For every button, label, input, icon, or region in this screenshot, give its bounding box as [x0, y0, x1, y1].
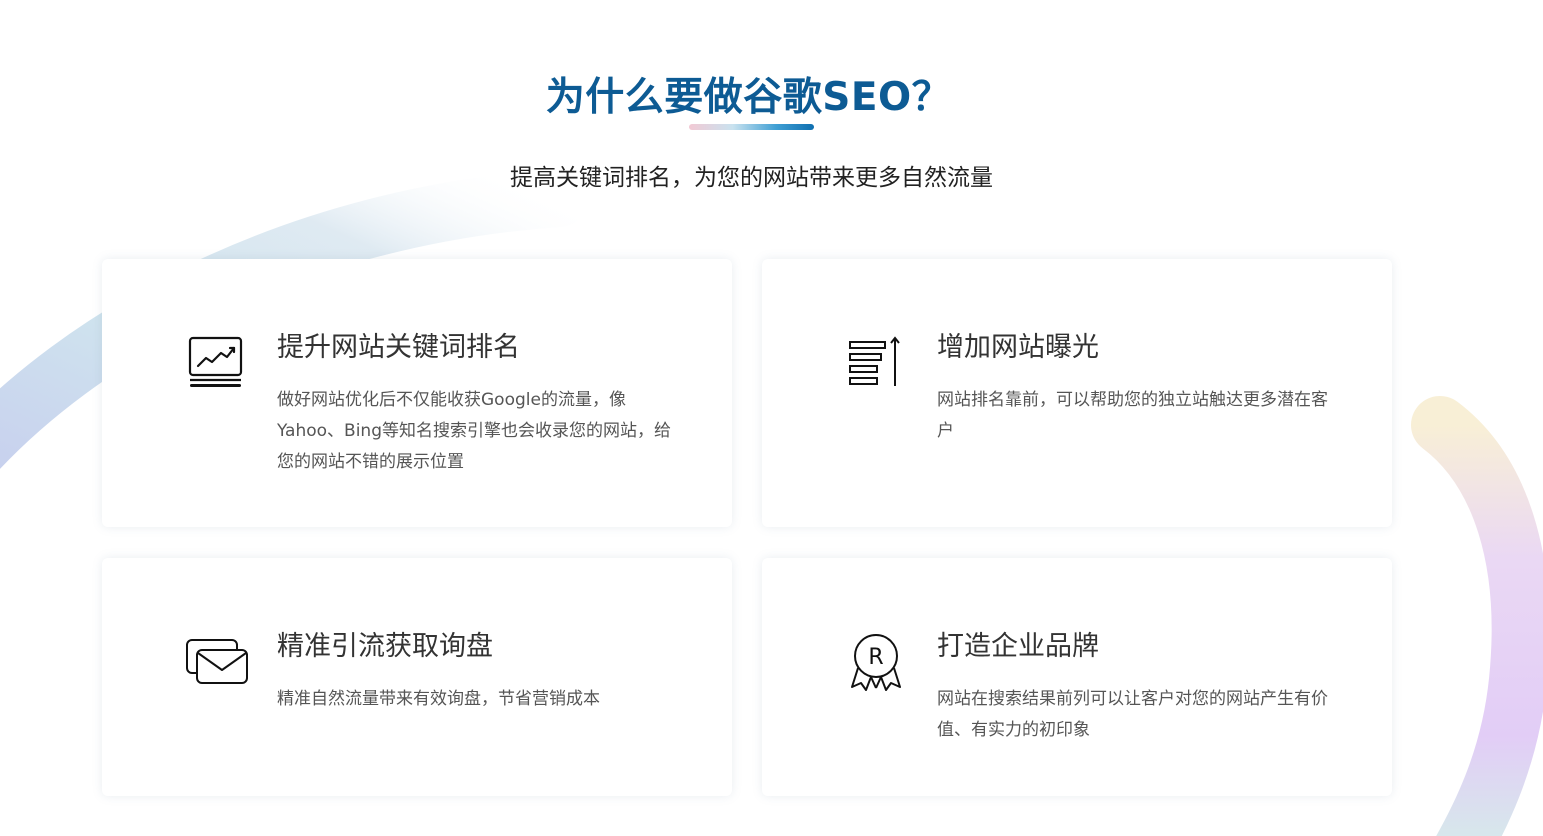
feature-card-keyword-ranking: 提升网站关键词排名 做好网站优化后不仅能收获Google的流量，像Yahoo、B…: [102, 259, 732, 527]
envelope-inquiry-icon: [184, 632, 250, 694]
svg-text:R: R: [868, 645, 883, 670]
card-heading: 增加网站曝光: [937, 332, 1099, 363]
card-description: 精准自然流量带来有效询盘，节省营销成本: [277, 689, 600, 709]
feature-card-inquiry: 精准引流获取询盘 精准自然流量带来有效询盘，节省营销成本: [102, 558, 732, 796]
card-heading: 精准引流获取询盘: [277, 631, 493, 662]
feature-card-brand: R 打造企业品牌 网站在搜索结果前列可以让客户对您的网站产生有价值、有实力的初印…: [762, 558, 1392, 796]
laptop-chart-icon: [184, 333, 250, 395]
card-heading: 提升网站关键词排名: [277, 332, 520, 363]
card-description: 网站在搜索结果前列可以让客户对您的网站产生有价值、有实力的初印象: [937, 689, 1328, 740]
registered-badge-icon: R: [844, 632, 910, 694]
title-underline: [689, 124, 814, 130]
ranking-list-icon: [844, 333, 910, 395]
card-description: 做好网站优化后不仅能收获Google的流量，像Yahoo、Bing等知名搜索引擎…: [277, 390, 671, 472]
card-description: 网站排名靠前，可以帮助您的独立站触达更多潜在客户: [937, 390, 1328, 441]
section-subtitle: 提高关键词排名，为您的网站带来更多自然流量: [510, 165, 993, 191]
feature-card-exposure: 增加网站曝光 网站排名靠前，可以帮助您的独立站触达更多潜在客户: [762, 259, 1392, 527]
seo-section: 为什么要做谷歌SEO？ 提高关键词排名，为您的网站带来更多自然流量 提升网站关键…: [0, 0, 1543, 836]
section-title: 为什么要做谷歌SEO？: [545, 75, 952, 121]
card-heading: 打造企业品牌: [937, 631, 1099, 662]
